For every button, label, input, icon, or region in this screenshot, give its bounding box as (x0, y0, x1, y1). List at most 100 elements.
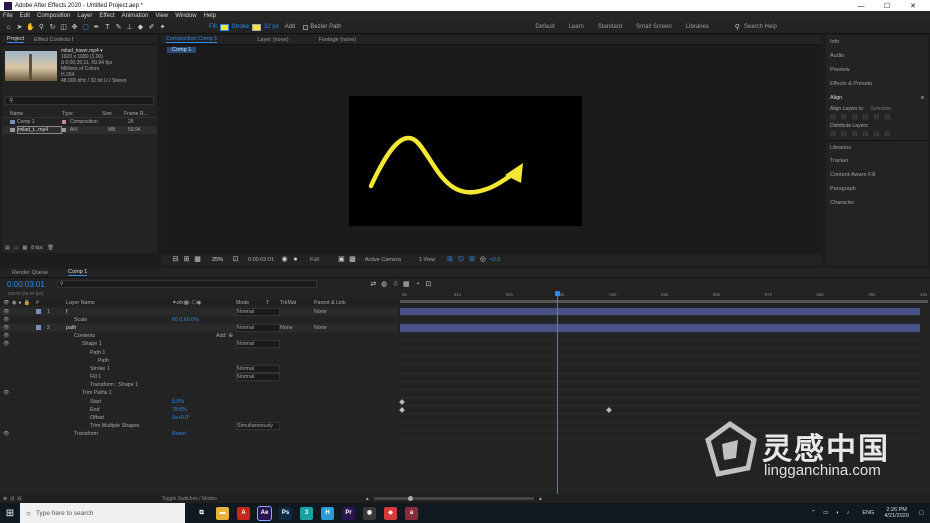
property-track[interactable] (400, 357, 920, 366)
align-buttons[interactable]: ⊟⊟⊟⊟⊟⊟ (826, 113, 928, 123)
project-search-input[interactable]: ⚲ (5, 96, 154, 105)
pan-behind-tool-icon[interactable]: ✥ (70, 23, 79, 32)
home-icon[interactable]: ⌂ (4, 23, 13, 32)
camera-dropdown[interactable]: Active Camera (365, 257, 401, 263)
col-t[interactable]: T (266, 300, 280, 306)
safe-zones-icon[interactable]: ⊞ (182, 255, 191, 264)
minimize-button[interactable]: — (848, 3, 874, 10)
clock-date[interactable]: 4/21/2020 (884, 513, 908, 519)
tab-effect-controls[interactable]: Effect Controls f (34, 37, 73, 43)
timeline-search-input[interactable]: ⚲ (56, 280, 317, 288)
taskbar-search-box[interactable]: ○ Type here to search (20, 503, 185, 523)
toggle-switches-label[interactable]: Toggle Switches / Modes (162, 496, 217, 502)
panel-audio[interactable]: Audio (826, 49, 928, 63)
camera-tool-icon[interactable]: ◫ (59, 23, 68, 32)
panel-tracker[interactable]: Tracker (826, 154, 928, 168)
toggle-1-icon[interactable]: ⊞ (445, 255, 454, 264)
property-name[interactable]: Path (66, 358, 140, 364)
property-name[interactable]: Trim Paths 1 (66, 390, 156, 396)
puppet-tool-icon[interactable]: ✦ (158, 23, 167, 32)
app-h-icon[interactable]: H (321, 506, 334, 520)
expand-icon[interactable]: ⊡ (10, 496, 14, 502)
app-circle-icon[interactable]: ◉ (363, 506, 376, 520)
language-indicator[interactable]: ENG (862, 510, 874, 516)
mode-dropdown[interactable]: Normal (236, 323, 280, 332)
workspace-libraries[interactable]: Libraries (686, 24, 709, 30)
zoom-in-icon[interactable]: ▲ (538, 496, 543, 502)
property-row[interactable]: Path (0, 357, 398, 366)
app-red-icon[interactable]: ◈ (384, 506, 397, 520)
layer-row[interactable]: 👁 1 f Normal None (0, 307, 398, 317)
eraser-tool-icon[interactable]: ◆ (136, 23, 145, 32)
draft-3d-icon[interactable]: ◍ (380, 280, 389, 289)
property-row[interactable]: Stroke 1 Normal (0, 364, 398, 374)
property-row[interactable]: 👁 Trim Paths 1 (0, 390, 398, 399)
shape-path[interactable] (349, 96, 582, 226)
menu-file[interactable]: File (3, 13, 13, 19)
maximize-button[interactable]: ☐ (874, 2, 900, 10)
property-value[interactable]: Reset (172, 431, 236, 437)
rotate-tool-icon[interactable]: ↻ (48, 23, 57, 32)
property-value[interactable]: 78.6% (172, 407, 236, 413)
bpc-label[interactable]: 8 bpc (31, 245, 43, 251)
resolution-dropdown[interactable]: Full (310, 257, 319, 263)
col-number[interactable]: # (36, 300, 66, 306)
motion-blur-icon[interactable]: ◔ (413, 280, 422, 289)
layer-duration-bar[interactable] (400, 324, 920, 333)
menu-effect[interactable]: Effect (99, 13, 114, 19)
menu-composition[interactable]: Composition (37, 13, 70, 19)
menu-window[interactable]: Window (175, 13, 196, 19)
mode-dropdown[interactable]: Normal (236, 307, 280, 316)
property-name[interactable]: Path 1 (66, 350, 148, 356)
roi-icon[interactable]: ▣ (337, 255, 346, 264)
property-track[interactable] (400, 341, 920, 349)
after-effects-icon[interactable]: Ae (257, 505, 272, 521)
property-name[interactable]: Trim Multiple Shapes (66, 423, 148, 429)
comp-settings-icon[interactable]: ⊕ (3, 496, 7, 502)
comp-breadcrumb[interactable]: Comp 1 (167, 47, 197, 53)
property-name[interactable]: Start (66, 399, 148, 405)
playhead-handle[interactable] (555, 291, 561, 296)
property-name[interactable]: Contents (66, 333, 164, 339)
pen-tool-icon[interactable]: ✒ (92, 23, 101, 32)
grid-icon[interactable]: ▦ (193, 255, 202, 264)
panel-content-aware-fill[interactable]: Content-Aware Fill (826, 168, 928, 182)
playhead[interactable] (557, 291, 559, 496)
tray-icons[interactable]: ⌃ ▭ ◖ ♪ (811, 510, 852, 516)
eye-icon[interactable]: 👁 (0, 431, 36, 437)
property-row[interactable]: 👁 Scale 60.0,60.0% (0, 316, 398, 325)
property-row[interactable]: Offset 0x+0.0° (0, 414, 398, 423)
col-type[interactable]: Type (62, 111, 102, 117)
photoshop-icon[interactable]: Ps (279, 506, 292, 520)
menu-layer[interactable]: Layer (77, 13, 92, 19)
viewer-timecode[interactable]: 0:00:03:01 (248, 257, 274, 263)
workspace-default[interactable]: Default (535, 24, 554, 30)
tab-project[interactable]: Project (7, 36, 25, 43)
stroke-label[interactable]: Stroke (232, 24, 249, 30)
new-folder-icon[interactable]: ▭ (14, 245, 19, 251)
snapshot-icon[interactable]: ◉ (280, 255, 289, 264)
panel-paragraph[interactable]: Paragraph (826, 182, 928, 196)
property-row[interactable]: 👁 Shape 1 Normal (0, 340, 398, 349)
tab-render-queue[interactable]: Render Queue (12, 270, 48, 276)
layer-name[interactable]: path (66, 325, 172, 331)
col-name[interactable]: Name (10, 111, 62, 117)
notifications-icon[interactable]: ▢ (919, 510, 924, 516)
premiere-icon[interactable]: Pr (342, 506, 355, 520)
col-trkmat[interactable]: TrkMat (280, 300, 314, 306)
file-explorer-icon[interactable]: ▬ (216, 506, 229, 520)
property-value[interactable]: 60.0,60.0% (172, 317, 236, 323)
property-row[interactable]: Start 0.0% (0, 398, 398, 407)
parent-dropdown[interactable]: None (314, 309, 327, 315)
zoom-dropdown[interactable]: 25% (212, 257, 223, 263)
property-track[interactable] (400, 333, 920, 341)
label-color[interactable] (36, 325, 41, 331)
workspace-standard[interactable]: Standard (598, 24, 622, 30)
eye-icon[interactable]: 👁 (0, 333, 36, 339)
in-out-icon[interactable]: ⊟ (17, 496, 21, 502)
menu-animation[interactable]: Animation (122, 13, 149, 19)
add-label[interactable]: Add (285, 24, 296, 30)
property-row[interactable]: 👁 Transform Reset (0, 431, 398, 439)
property-track[interactable] (400, 382, 920, 390)
panel-effects-presets[interactable]: Effects & Presets (826, 77, 928, 91)
